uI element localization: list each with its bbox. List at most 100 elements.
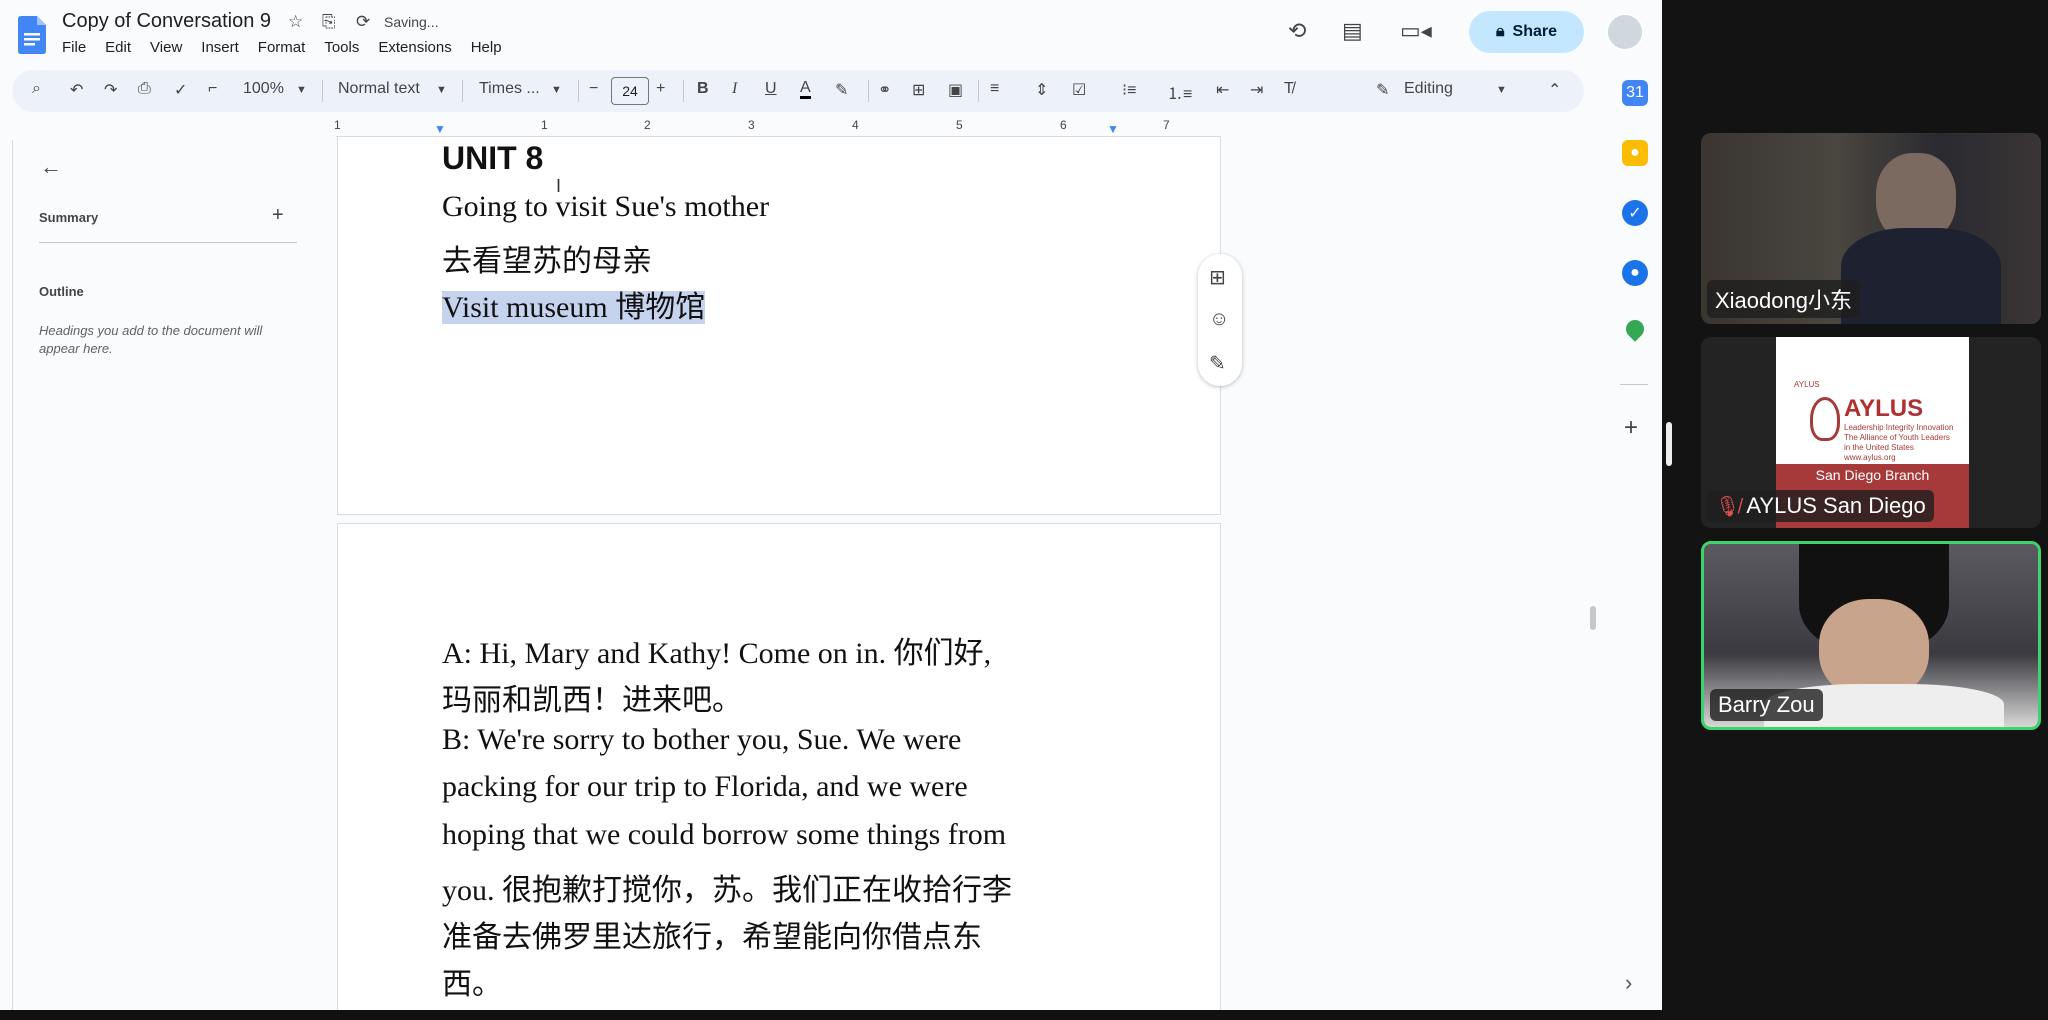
checklist-icon[interactable]: ☑ <box>1072 80 1086 100</box>
left-indent-marker-icon[interactable]: ▼ <box>434 122 446 136</box>
doc-line[interactable]: Going to visit Sue's mother <box>442 190 769 224</box>
doc-line[interactable]: 西。 <box>442 959 502 1003</box>
increase-indent-icon[interactable]: ⇥ <box>1250 80 1263 100</box>
insert-link-icon[interactable]: ⚭ <box>878 80 891 100</box>
document-title[interactable]: Copy of Conversation 9 <box>62 10 271 33</box>
participant-name: Barry Zou <box>1710 689 1823 721</box>
doc-line[interactable]: 准备去佛罗里达旅行，希望能向你借点东 <box>442 912 982 956</box>
right-indent-marker-icon[interactable]: ▼ <box>1107 122 1119 136</box>
lightbulb-icon <box>1810 397 1840 441</box>
doc-line-selected[interactable]: Visit museum 博物馆 <box>442 282 706 326</box>
text-cursor-icon: I <box>556 176 562 196</box>
participant-video-tile[interactable]: AYLUS AYLUS Leadership Integrity Innovat… <box>1701 337 2041 528</box>
style-dropdown-icon[interactable]: ▼ <box>436 84 447 96</box>
toolbar-divider <box>978 80 979 102</box>
add-emoji-reaction-icon[interactable]: ☺ <box>1209 308 1229 331</box>
menu-view[interactable]: View <box>150 39 182 56</box>
comments-icon[interactable]: ▤ <box>1342 18 1363 44</box>
print-icon[interactable]: ⎙ <box>138 80 151 98</box>
ruler-number: 4 <box>852 118 859 132</box>
doc-line[interactable]: A: Hi, Mary and Kathy! Come on in. 你们好, <box>442 628 991 672</box>
ruler-number: 1 <box>541 118 548 132</box>
clear-formatting-icon[interactable]: T̸ <box>1284 80 1294 98</box>
toolbar-divider <box>322 80 323 102</box>
line-spacing-icon[interactable]: ⇕ <box>1035 80 1048 100</box>
unit-heading[interactable]: UNIT 8 <box>442 140 543 177</box>
font-family-select[interactable]: Times ... <box>479 80 540 98</box>
ruler-number: 3 <box>748 118 755 132</box>
summary-heading: Summary <box>39 210 99 225</box>
participant-video-tile[interactable]: Xiaodong小东 <box>1701 133 2041 324</box>
account-avatar[interactable] <box>1606 13 1644 51</box>
menu-file[interactable]: File <box>62 39 86 56</box>
font-dropdown-icon[interactable]: ▼ <box>551 84 562 96</box>
outline-heading: Outline <box>39 284 84 299</box>
insert-image-icon[interactable]: ▣ <box>948 80 963 100</box>
hide-menus-chevron-icon[interactable]: ⌃ <box>1548 80 1561 100</box>
selected-text[interactable]: Visit museum 博物馆 <box>442 291 706 324</box>
text-color-button[interactable]: A <box>800 80 811 99</box>
aylus-branch-label: San Diego Branch <box>1815 467 1930 483</box>
maps-icon[interactable] <box>1622 316 1648 342</box>
docs-logo-icon[interactable] <box>18 16 46 54</box>
mode-dropdown-icon[interactable]: ▼ <box>1496 84 1507 96</box>
horizontal-ruler[interactable] <box>336 118 1219 137</box>
menu-tools[interactable]: Tools <box>324 39 359 56</box>
zoom-select[interactable]: 100% <box>243 80 284 98</box>
toolbar-divider <box>683 80 684 102</box>
underline-button[interactable]: U <box>765 80 777 98</box>
show-side-panel-chevron-icon[interactable]: › <box>1625 970 1632 996</box>
add-comment-icon[interactable]: ⊞ <box>912 80 925 100</box>
font-size-input[interactable]: 24 <box>611 77 649 105</box>
lock-icon: 🔒︎ <box>1496 23 1505 40</box>
tasks-icon[interactable]: ✓ <box>1622 200 1648 226</box>
close-outline-arrow-icon[interactable]: ← <box>40 154 62 180</box>
bulleted-list-icon[interactable]: ⁝≡ <box>1122 80 1136 100</box>
spellcheck-icon[interactable]: ✓ <box>174 80 187 100</box>
redo-icon[interactable]: ↷ <box>104 80 117 100</box>
active-speaker-video-tile[interactable]: Barry Zou <box>1701 541 2041 730</box>
decrease-font-size-icon[interactable]: − <box>589 80 598 98</box>
menu-help[interactable]: Help <box>471 39 502 56</box>
menu-edit[interactable]: Edit <box>105 39 131 56</box>
numbered-list-icon[interactable]: ⒈≡ <box>1167 80 1192 104</box>
panel-resize-handle[interactable] <box>1666 422 1672 466</box>
contacts-icon[interactable]: ● <box>1622 260 1648 286</box>
doc-line[interactable]: 去看望苏的母亲 <box>442 236 652 280</box>
add-summary-icon[interactable]: + <box>272 204 284 227</box>
suggest-edits-icon[interactable]: ✎ <box>1209 351 1226 376</box>
doc-line[interactable]: B: We're sorry to bother you, Sue. We we… <box>442 723 961 757</box>
keep-icon[interactable]: ● <box>1622 140 1648 166</box>
star-icon[interactable]: ☆ <box>288 12 303 32</box>
undo-icon[interactable]: ↶ <box>70 80 83 100</box>
menu-insert[interactable]: Insert <box>201 39 239 56</box>
divider <box>1620 384 1648 385</box>
calendar-icon[interactable]: 31 <box>1622 80 1648 106</box>
save-status: Saving... <box>384 14 439 30</box>
menu-extensions[interactable]: Extensions <box>378 39 451 56</box>
doc-line[interactable]: 玛丽和凯西！进来吧。 <box>442 675 742 719</box>
align-left-icon[interactable]: ≡ <box>990 80 999 98</box>
paint-format-icon[interactable]: ⌐ <box>208 80 217 98</box>
decrease-indent-icon[interactable]: ⇤ <box>1216 80 1229 100</box>
doc-line[interactable]: hoping that we could borrow some things … <box>442 818 1006 852</box>
zoom-dropdown-icon[interactable]: ▼ <box>296 84 307 96</box>
move-folder-icon[interactable]: ⎘ <box>322 12 336 32</box>
highlight-color-icon[interactable]: ✎ <box>835 80 848 100</box>
add-comment-icon[interactable]: ⊞ <box>1209 265 1226 290</box>
increase-font-size-icon[interactable]: + <box>656 80 665 98</box>
meet-video-icon[interactable]: ▭◂ <box>1400 18 1432 44</box>
editing-mode-select[interactable]: Editing <box>1404 80 1453 98</box>
italic-button[interactable]: I <box>732 80 737 98</box>
sync-icon: ⟳ <box>356 12 371 31</box>
doc-line[interactable]: packing for our trip to Florida, and we … <box>442 770 968 804</box>
bold-button[interactable]: B <box>697 80 709 98</box>
doc-line[interactable]: you. 很抱歉打搅你，苏。我们正在收拾行李 <box>442 865 1012 909</box>
get-addons-plus-icon[interactable]: + <box>1624 414 1638 442</box>
search-menus-icon[interactable]: ⌕ <box>32 80 41 98</box>
share-button[interactable]: 🔒︎ Share <box>1469 11 1584 53</box>
document-scrollbar-thumb[interactable] <box>1590 606 1596 630</box>
version-history-icon[interactable]: ⟲ <box>1288 18 1306 44</box>
menu-format[interactable]: Format <box>258 39 306 56</box>
paragraph-style-select[interactable]: Normal text <box>338 80 420 98</box>
